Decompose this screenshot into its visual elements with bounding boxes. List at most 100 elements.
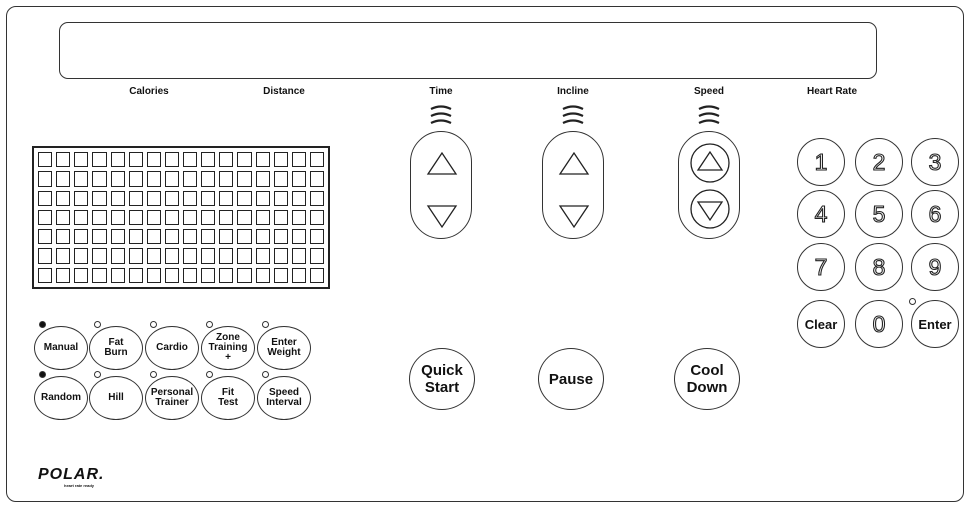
matrix-cell: [110, 190, 125, 206]
matrix-cell: [183, 209, 198, 226]
matrix-cell: [183, 248, 198, 264]
program-led: [262, 371, 269, 378]
incline-down-arrow-icon[interactable]: [558, 205, 590, 229]
matrix-cell: [201, 152, 216, 168]
matrix-cell: [110, 267, 125, 283]
matrix-cell: [291, 190, 306, 206]
program-button-personal-trainer[interactable]: Personal Trainer: [145, 376, 199, 420]
key-9[interactable]: 9: [911, 243, 959, 291]
program-button-cardio[interactable]: Cardio: [145, 326, 199, 370]
key-7[interactable]: 7: [797, 243, 845, 291]
program-button-zone-training[interactable]: Zone Training +: [201, 326, 255, 370]
clear-key[interactable]: Clear: [797, 300, 845, 348]
matrix-cell: [183, 171, 198, 187]
matrix-cell: [255, 152, 270, 168]
program-button-speed-interval[interactable]: Speed Interval: [257, 376, 311, 420]
matrix-cell: [219, 209, 234, 226]
matrix-cell: [38, 152, 53, 168]
key-5[interactable]: 5: [855, 190, 903, 238]
speed-rocker[interactable]: [678, 131, 740, 239]
program-led: [94, 321, 101, 328]
matrix-cell: [237, 190, 252, 206]
matrix-cell: [201, 209, 216, 226]
matrix-cell: [56, 248, 71, 264]
incline-rocker[interactable]: [542, 131, 604, 239]
matrix-cell: [92, 190, 107, 206]
key-0[interactable]: 0: [855, 300, 903, 348]
matrix-cell: [164, 190, 179, 206]
program-button-fit-test[interactable]: Fit Test: [201, 376, 255, 420]
matrix-cell: [201, 267, 216, 283]
matrix-cell: [146, 267, 161, 283]
program-led: [206, 371, 213, 378]
matrix-cell: [146, 152, 161, 168]
matrix-cell: [309, 267, 324, 283]
matrix-cell: [219, 267, 234, 283]
cool-down-button[interactable]: Cool Down: [674, 348, 740, 410]
key-3[interactable]: 3: [911, 138, 959, 186]
key-2[interactable]: 2: [855, 138, 903, 186]
polar-logo: POLAR. heart rate ready: [38, 466, 104, 488]
time-rocker[interactable]: [410, 131, 472, 239]
matrix-cell: [219, 152, 234, 168]
matrix-cell: [92, 267, 107, 283]
matrix-cell: [291, 209, 306, 226]
time-label: Time: [429, 86, 453, 97]
matrix-cell: [255, 248, 270, 264]
matrix-cell: [201, 190, 216, 206]
key-1[interactable]: 1: [797, 138, 845, 186]
matrix-cell: [92, 229, 107, 245]
program-led: [150, 321, 157, 328]
speed-indicator-icon: [698, 105, 720, 124]
matrix-cell: [38, 229, 53, 245]
matrix-cell: [128, 248, 143, 264]
program-led: [39, 321, 46, 328]
matrix-cell: [146, 229, 161, 245]
program-led: [94, 371, 101, 378]
incline-label: Incline: [557, 86, 589, 97]
matrix-cell: [291, 267, 306, 283]
speed-label: Speed: [693, 86, 725, 97]
program-button-fat-burn[interactable]: Fat Burn: [89, 326, 143, 370]
matrix-cell: [56, 267, 71, 283]
matrix-cell: [92, 152, 107, 168]
key-8[interactable]: 8: [855, 243, 903, 291]
matrix-cell: [183, 267, 198, 283]
matrix-cell: [201, 248, 216, 264]
matrix-cell: [291, 229, 306, 245]
program-button-manual[interactable]: Manual: [34, 326, 88, 370]
program-button-enter-weight[interactable]: Enter Weight: [257, 326, 311, 370]
matrix-cell: [219, 248, 234, 264]
time-down-arrow-icon[interactable]: [426, 205, 458, 229]
matrix-cell: [255, 229, 270, 245]
matrix-cell: [56, 190, 71, 206]
distance-label: Distance: [263, 86, 305, 97]
matrix-cell: [273, 229, 288, 245]
matrix-cell: [309, 248, 324, 264]
time-up-arrow-icon[interactable]: [426, 151, 458, 175]
key-6[interactable]: 6: [911, 190, 959, 238]
matrix-cell: [92, 171, 107, 187]
matrix-cell: [255, 267, 270, 283]
matrix-cell: [237, 152, 252, 168]
matrix-cell: [74, 171, 89, 187]
matrix-cell: [128, 171, 143, 187]
matrix-cell: [56, 171, 71, 187]
matrix-cell: [146, 209, 161, 226]
incline-up-arrow-icon[interactable]: [558, 151, 590, 175]
program-button-hill[interactable]: Hill: [89, 376, 143, 420]
matrix-cell: [309, 171, 324, 187]
key-4[interactable]: 4: [797, 190, 845, 238]
matrix-cell: [291, 248, 306, 264]
matrix-cell: [273, 152, 288, 168]
matrix-cell: [146, 190, 161, 206]
matrix-cell: [74, 248, 89, 264]
matrix-cell: [128, 152, 143, 168]
matrix-cell: [74, 152, 89, 168]
pause-button[interactable]: Pause: [538, 348, 604, 410]
matrix-cell: [56, 209, 71, 226]
program-button-random[interactable]: Random: [34, 376, 88, 420]
enter-key[interactable]: Enter: [911, 300, 959, 348]
matrix-cell: [219, 229, 234, 245]
quick-start-button[interactable]: Quick Start: [409, 348, 475, 410]
